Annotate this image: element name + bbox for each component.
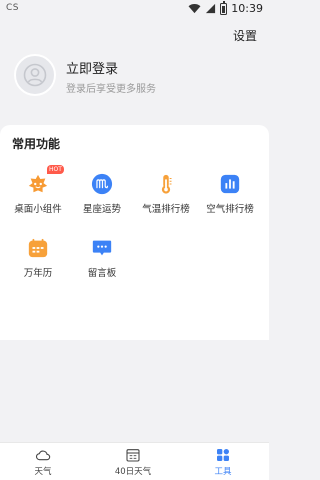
section-title: 常用功能 bbox=[12, 137, 61, 151]
widget-button[interactable]: HOT 桌面小组件 bbox=[7, 165, 69, 223]
tab-40-day-weather-label: 40日天气 bbox=[114, 467, 152, 477]
zodiac-label: 星座运势 bbox=[82, 204, 121, 215]
zodiac-button[interactable]: 星座运势 bbox=[71, 173, 133, 223]
tab-weather[interactable]: 天气 bbox=[8, 447, 78, 477]
profile-section[interactable]: 立即登录 登录后享受更多服务 bbox=[0, 40, 269, 120]
avatar[interactable] bbox=[14, 54, 56, 96]
zodiac-icon bbox=[91, 173, 113, 195]
tab-weather-label: 天气 bbox=[34, 467, 52, 477]
calendar-40-icon bbox=[126, 449, 140, 462]
message-board-icon bbox=[92, 240, 112, 256]
calendar-label: 万年历 bbox=[23, 268, 53, 279]
widget-icon bbox=[28, 174, 48, 193]
air-ranking-label: 空气排行榜 bbox=[206, 204, 254, 215]
signal-icon bbox=[206, 3, 216, 14]
widget-label: 桌面小组件 bbox=[14, 204, 62, 215]
common-functions-panel: 常用功能 HOT 桌面小组件 星座运势 气温排行榜 空气排行榜 万年历 留言板 bbox=[0, 125, 269, 340]
message-board-button[interactable]: 留言板 bbox=[71, 237, 133, 287]
cloud-icon bbox=[36, 450, 51, 461]
tools-icon bbox=[217, 449, 229, 461]
login-title[interactable]: 立即登录 bbox=[66, 58, 118, 77]
temperature-ranking-button[interactable]: 气温排行榜 bbox=[135, 173, 197, 223]
status-indicator: CS bbox=[6, 3, 19, 13]
message-board-label: 留言板 bbox=[87, 268, 117, 279]
status-time: 10:39 bbox=[231, 2, 263, 15]
air-ranking-button[interactable]: 空气排行榜 bbox=[199, 173, 261, 223]
status-bar: CS 10:39 bbox=[0, 0, 269, 20]
calendar-icon bbox=[28, 238, 48, 258]
thermometer-icon bbox=[161, 174, 172, 194]
bottom-tab-bar: 天气 40日天气 工具 bbox=[0, 442, 269, 480]
tab-tools[interactable]: 工具 bbox=[188, 447, 258, 477]
hot-badge: HOT bbox=[47, 165, 64, 174]
wifi-icon bbox=[188, 4, 201, 14]
user-icon bbox=[23, 63, 47, 87]
battery-icon bbox=[220, 0, 228, 15]
tab-tools-label: 工具 bbox=[214, 467, 232, 477]
calendar-button[interactable]: 万年历 bbox=[7, 237, 69, 287]
air-ranking-icon bbox=[220, 174, 240, 194]
login-subtitle: 登录后享受更多服务 bbox=[66, 84, 156, 95]
tab-40-day-weather[interactable]: 40日天气 bbox=[98, 447, 168, 477]
temperature-ranking-label: 气温排行榜 bbox=[142, 204, 190, 215]
status-right: 10:39 bbox=[188, 0, 263, 15]
